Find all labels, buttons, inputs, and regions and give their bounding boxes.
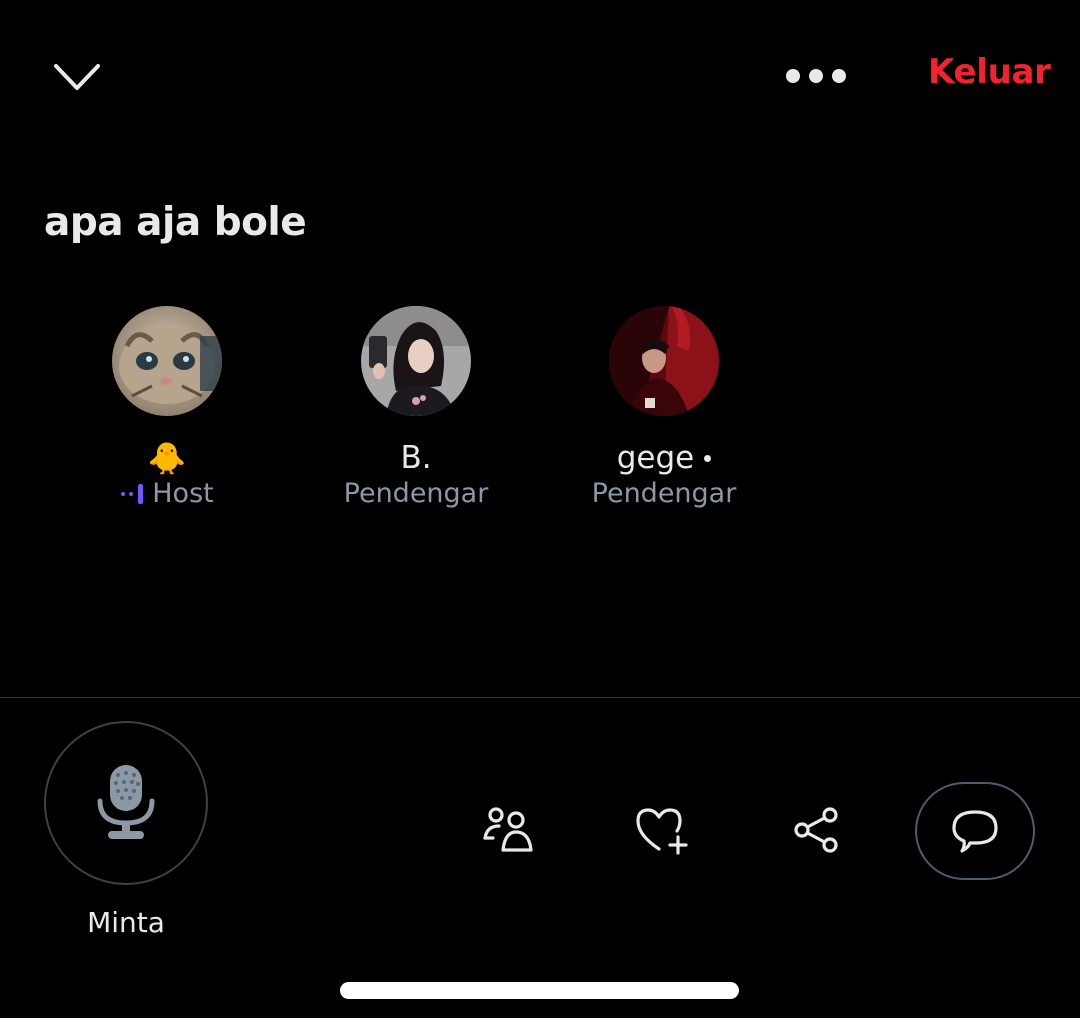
chat-button[interactable] <box>915 782 1035 880</box>
participant-role: Host <box>120 478 214 509</box>
people-icon <box>483 807 533 852</box>
mic-label: Minta <box>87 906 165 939</box>
participant-role: Pendengar <box>591 478 737 509</box>
participant-role: Pendengar <box>343 478 489 509</box>
participant-host[interactable]: 🐥 Host <box>47 306 287 509</box>
more-horizontal-icon <box>786 69 846 83</box>
participant-listener[interactable]: gege Pendengar <box>544 306 784 509</box>
participant-name-text: gege <box>616 440 695 476</box>
speaking-indicator-icon <box>121 483 144 504</box>
react-button[interactable] <box>632 800 692 860</box>
online-indicator <box>704 454 712 462</box>
avatar <box>112 306 222 416</box>
participants-button[interactable] <box>478 800 538 860</box>
request-mic-button[interactable] <box>44 721 208 885</box>
share-button[interactable] <box>786 800 846 860</box>
share-icon <box>794 807 838 853</box>
chevron-down-icon <box>54 64 100 90</box>
participant-listener[interactable]: B. Pendengar <box>296 306 536 509</box>
heart-plus-icon <box>636 808 688 855</box>
microphone-icon <box>97 765 155 839</box>
more-options-button[interactable] <box>780 62 852 90</box>
participant-name: gege <box>617 438 712 478</box>
role-label: Host <box>152 478 214 509</box>
space-screen: Keluar apa aja bole 🐥 Host B. Pendengar … <box>0 0 1080 1018</box>
chat-bubble-icon <box>952 810 998 853</box>
space-title: apa aja bole <box>44 200 307 245</box>
participant-name: 🐥 <box>147 440 187 477</box>
home-indicator[interactable] <box>340 982 739 999</box>
collapse-button[interactable] <box>50 58 106 98</box>
avatar <box>361 306 471 416</box>
participant-name: B. <box>400 440 432 476</box>
divider <box>0 697 1080 698</box>
leave-button[interactable]: Keluar <box>928 52 1051 102</box>
avatar <box>609 306 719 416</box>
